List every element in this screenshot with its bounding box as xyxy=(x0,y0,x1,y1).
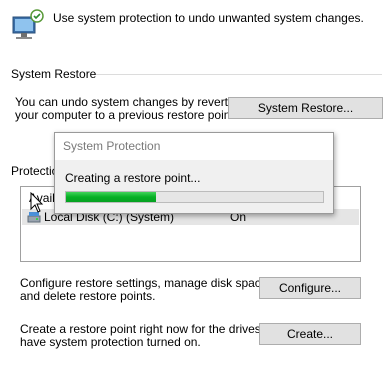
configure-description: Configure restore settings, manage disk … xyxy=(20,277,271,303)
create-description: Create a restore point right now for the… xyxy=(20,323,284,349)
configure-description-line2: and delete restore points. xyxy=(20,289,156,303)
restore-progress-bar xyxy=(65,191,324,203)
dialog-title[interactable]: System Protection xyxy=(55,133,333,160)
create-description-line2: have system protection turned on. xyxy=(20,335,201,349)
dialog-message: Creating a restore point... xyxy=(65,171,201,185)
mouse-pointer-icon xyxy=(30,191,46,214)
create-button[interactable]: Create... xyxy=(259,323,361,345)
system-protection-dialog[interactable]: System Protection Creating a restore poi… xyxy=(54,132,334,214)
section-divider xyxy=(96,74,382,75)
configure-button[interactable]: Configure... xyxy=(259,277,361,299)
system-restore-button[interactable]: System Restore... xyxy=(228,97,383,119)
system-restore-description: You can undo system changes by reverting… xyxy=(15,96,244,122)
system-restore-description-line2: your computer to a previous restore poin… xyxy=(15,108,238,122)
intro-text: Use system protection to undo unwanted s… xyxy=(53,11,364,25)
progress-fill xyxy=(66,192,156,202)
computer-shield-icon xyxy=(10,8,46,44)
system-restore-title: System Restore xyxy=(11,67,97,81)
